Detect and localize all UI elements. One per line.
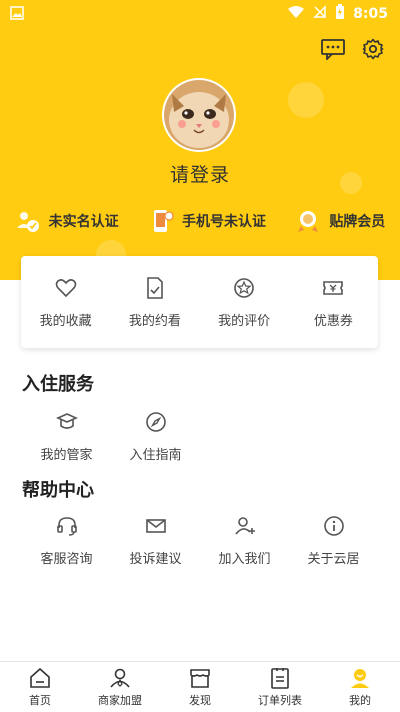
tab-profile-label: 我的 bbox=[349, 694, 371, 707]
checkin-guide-button[interactable]: 入住指南 bbox=[111, 410, 200, 463]
gear-icon[interactable] bbox=[360, 36, 386, 62]
tab-profile[interactable]: 我的 bbox=[320, 662, 400, 712]
butler-icon bbox=[55, 413, 78, 429]
coupons-button[interactable]: 优惠券 bbox=[293, 276, 373, 329]
decorative-bubble bbox=[288, 82, 324, 118]
no-sim-icon bbox=[313, 5, 327, 23]
profile-header: 请登录 未实名认证 手机号未认证 贴牌会员 bbox=[0, 26, 400, 280]
badge-label: 未实名认证 bbox=[48, 214, 119, 230]
complaints-label: 投诉建议 bbox=[129, 552, 182, 567]
info-icon bbox=[323, 516, 344, 536]
discover-icon bbox=[190, 669, 210, 688]
review-icon bbox=[234, 277, 254, 298]
quick-actions-card: 我的收藏 我的约看 我的评价 优惠券 bbox=[21, 256, 378, 348]
image-icon bbox=[10, 6, 24, 24]
about-button[interactable]: 关于云居 bbox=[289, 514, 378, 567]
status-bar: 8:05 bbox=[0, 0, 400, 26]
join-us-button[interactable]: 加入我们 bbox=[200, 514, 289, 567]
my-reviews-button[interactable]: 我的评价 bbox=[204, 276, 284, 329]
my-appointments-button[interactable]: 我的约看 bbox=[115, 276, 195, 329]
message-icon[interactable] bbox=[320, 36, 346, 62]
id-verify-icon bbox=[16, 212, 39, 232]
badge-label: 贴牌会员 bbox=[329, 214, 386, 230]
order-list-icon bbox=[271, 668, 289, 689]
badge-real-name[interactable]: 未实名认证 bbox=[15, 208, 119, 234]
avatar[interactable] bbox=[164, 80, 234, 150]
my-favorites-button[interactable]: 我的收藏 bbox=[26, 276, 106, 329]
appointment-icon bbox=[147, 276, 163, 299]
bottom-tab-bar: 首页 商家加盟 发现 订单列表 我的 bbox=[0, 661, 400, 712]
profile-icon bbox=[351, 669, 369, 688]
customer-service-button[interactable]: 客服咨询 bbox=[22, 514, 111, 567]
add-user-icon bbox=[234, 517, 255, 535]
heart-icon bbox=[55, 278, 76, 297]
tab-merchant[interactable]: 商家加盟 bbox=[80, 662, 160, 712]
my-butler-button[interactable]: 我的管家 bbox=[22, 410, 111, 463]
phone-verify-icon bbox=[153, 210, 174, 232]
mail-icon bbox=[145, 519, 166, 533]
home-icon bbox=[30, 667, 50, 688]
tab-merchant-label: 商家加盟 bbox=[98, 694, 142, 707]
complaints-button[interactable]: 投诉建议 bbox=[111, 514, 200, 567]
medal-icon bbox=[298, 211, 319, 232]
coupon-icon bbox=[323, 280, 344, 295]
my-butler-label: 我的管家 bbox=[40, 448, 93, 463]
compass-icon bbox=[145, 412, 166, 432]
checkin-guide-label: 入住指南 bbox=[129, 448, 182, 463]
coupons-label: 优惠券 bbox=[313, 313, 353, 329]
status-time: 8:05 bbox=[353, 6, 388, 22]
checkin-services-row: 我的管家 入住指南 bbox=[22, 410, 378, 463]
my-favorites-label: 我的收藏 bbox=[39, 313, 92, 329]
customer-service-label: 客服咨询 bbox=[40, 552, 93, 567]
headset-icon bbox=[56, 517, 77, 536]
tab-home[interactable]: 首页 bbox=[0, 662, 80, 712]
badge-phone[interactable]: 手机号未认证 bbox=[148, 208, 266, 234]
tab-discover-label: 发现 bbox=[189, 694, 211, 707]
wifi-icon bbox=[287, 5, 305, 23]
badge-member[interactable]: 贴牌会员 bbox=[295, 208, 385, 234]
badge-label: 手机号未认证 bbox=[181, 214, 266, 230]
battery-icon bbox=[335, 4, 345, 24]
tab-discover[interactable]: 发现 bbox=[160, 662, 240, 712]
my-reviews-label: 我的评价 bbox=[218, 313, 271, 329]
login-prompt[interactable]: 请登录 bbox=[0, 160, 400, 187]
my-appointments-label: 我的约看 bbox=[128, 313, 181, 329]
tab-home-label: 首页 bbox=[29, 694, 51, 707]
join-us-label: 加入我们 bbox=[218, 552, 271, 567]
help-center-row: 客服咨询 投诉建议 加入我们 关于云居 bbox=[22, 514, 378, 567]
about-label: 关于云居 bbox=[307, 552, 360, 567]
merchant-icon bbox=[110, 668, 130, 688]
checkin-services-title: 入住服务 bbox=[22, 374, 94, 395]
tab-order-list-label: 订单列表 bbox=[258, 694, 302, 707]
tab-order-list[interactable]: 订单列表 bbox=[240, 662, 320, 712]
help-center-title: 帮助中心 bbox=[22, 480, 94, 501]
